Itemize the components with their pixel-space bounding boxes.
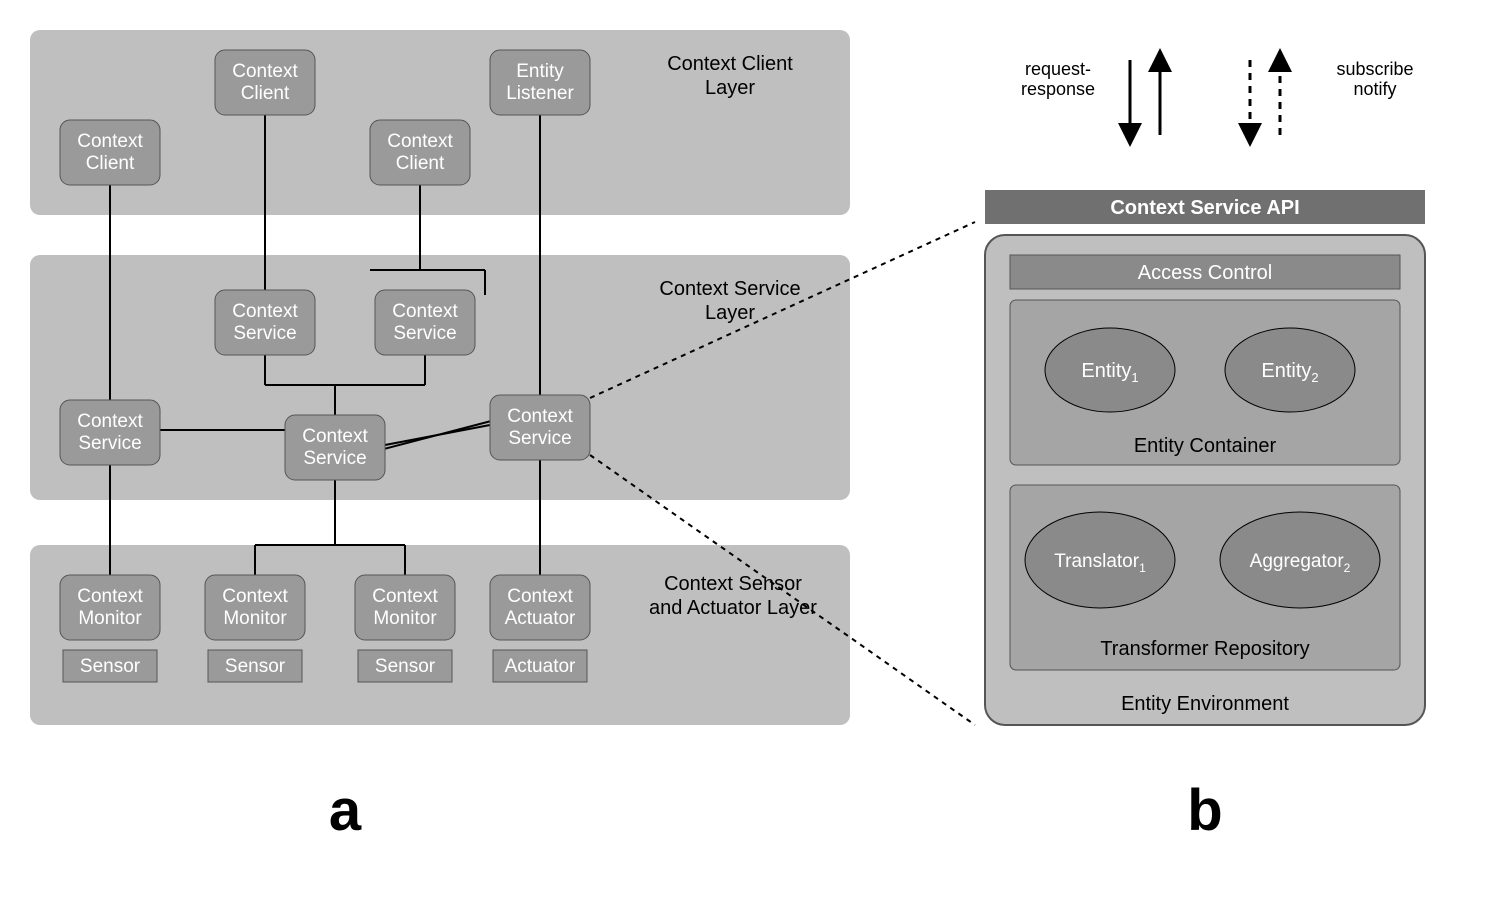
legend-reqres: request-response	[1021, 59, 1160, 135]
node-service-3: ContextService	[60, 400, 160, 465]
svg-text:Sensor: Sensor	[225, 656, 286, 677]
node-sensor-3: Sensor	[358, 650, 452, 682]
node-monitor-3: ContextMonitor	[355, 575, 455, 640]
node-client-b: ContextClient	[215, 50, 315, 115]
panel-b-label: b	[1187, 778, 1222, 843]
svg-text:ContextClient: ContextClient	[232, 61, 298, 104]
svg-text:ContextService: ContextService	[392, 301, 458, 344]
svg-text:ContextService: ContextService	[507, 406, 573, 449]
node-sensor-1: Sensor	[63, 650, 157, 682]
node-service-4: ContextService	[285, 415, 385, 480]
svg-text:ContextMonitor: ContextMonitor	[372, 586, 438, 629]
architecture-diagram: Context ClientLayer Context ServiceLayer…	[0, 0, 1491, 924]
panel-b: request-response subscribenotify Context…	[985, 59, 1425, 843]
entity-environment-label: Entity Environment	[1121, 693, 1289, 715]
svg-text:Actuator: Actuator	[505, 656, 576, 677]
access-control-label: Access Control	[1138, 262, 1273, 284]
context-service-api-label: Context Service API	[1110, 197, 1299, 219]
svg-text:request-response: request-response	[1021, 59, 1095, 99]
node-client-c: ContextClient	[370, 120, 470, 185]
node-actuator-box: Actuator	[493, 650, 587, 682]
svg-text:Sensor: Sensor	[80, 656, 141, 677]
node-monitor-1: ContextMonitor	[60, 575, 160, 640]
svg-text:ContextClient: ContextClient	[77, 131, 143, 174]
svg-text:ContextService: ContextService	[302, 426, 368, 469]
node-entity-listener: EntityListener	[490, 50, 590, 115]
node-service-2: ContextService	[375, 290, 475, 355]
svg-text:ContextMonitor: ContextMonitor	[77, 586, 143, 629]
svg-text:ContextService: ContextService	[232, 301, 298, 344]
node-sensor-2: Sensor	[208, 650, 302, 682]
legend-subnotify: subscribenotify	[1250, 59, 1414, 135]
entity-container-label: Entity Container	[1134, 435, 1277, 457]
node-monitor-2: ContextMonitor	[205, 575, 305, 640]
translator-label: Translator1	[1054, 551, 1146, 575]
node-service-5: ContextService	[490, 395, 590, 460]
svg-text:Sensor: Sensor	[375, 656, 436, 677]
node-service-1: ContextService	[215, 290, 315, 355]
svg-text:ContextActuator: ContextActuator	[505, 586, 576, 629]
aggregator-label: Aggregator2	[1250, 551, 1351, 575]
node-context-actuator: ContextActuator	[490, 575, 590, 640]
node-client-a: ContextClient	[60, 120, 160, 185]
transformer-repo-label: Transformer Repository	[1100, 638, 1309, 660]
svg-text:ContextMonitor: ContextMonitor	[222, 586, 288, 629]
entity1-label: Entity1	[1081, 360, 1138, 385]
panel-a-label: a	[329, 778, 362, 843]
svg-text:subscribenotify: subscribenotify	[1336, 59, 1413, 99]
entity2-label: Entity2	[1261, 360, 1318, 385]
svg-text:ContextService: ContextService	[77, 411, 143, 454]
svg-text:ContextClient: ContextClient	[387, 131, 453, 174]
panel-a: Context ClientLayer Context ServiceLayer…	[30, 30, 975, 843]
